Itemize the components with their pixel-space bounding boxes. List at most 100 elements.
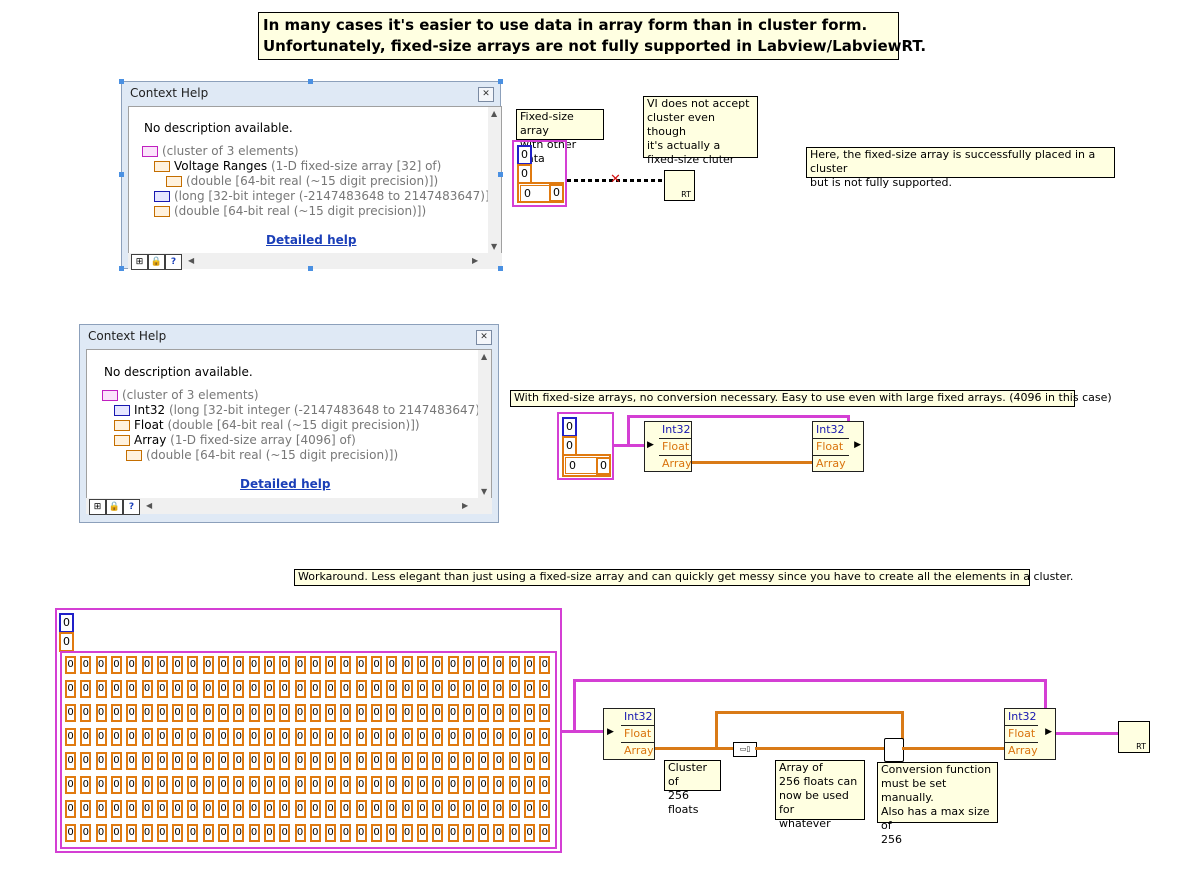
int32-constant[interactable]: 0	[59, 613, 74, 633]
float-element-constant[interactable]: 0	[187, 680, 199, 698]
float-element-constant[interactable]: 0	[493, 800, 505, 818]
float-element-constant[interactable]: 0	[187, 728, 199, 746]
float-element-constant[interactable]: 0	[432, 776, 444, 794]
float-element-constant[interactable]: 0	[172, 656, 184, 674]
float-element-constant[interactable]: 0	[141, 776, 153, 794]
float-element-constant[interactable]: 0	[416, 752, 428, 770]
float-element-constant[interactable]: 0	[524, 728, 535, 746]
float-element-constant[interactable]: 0	[371, 728, 382, 746]
float-element-constant[interactable]: 0	[416, 704, 428, 722]
float-element-constant[interactable]: 0	[447, 752, 459, 770]
float-constant[interactable]: 0	[59, 632, 74, 652]
float-element-constant[interactable]: 0	[371, 752, 382, 770]
float-element-constant[interactable]: 0	[294, 752, 306, 770]
float-element-constant[interactable]: 0	[126, 656, 138, 674]
float-element-constant[interactable]: 0	[539, 752, 551, 770]
float-element-constant[interactable]: 0	[95, 824, 107, 842]
float-constant[interactable]: 0	[517, 164, 532, 184]
float-element-constant[interactable]: 0	[401, 656, 413, 674]
resize-handle[interactable]	[498, 79, 503, 84]
bundle-by-name[interactable]: Int32 Float Array ▶	[812, 421, 864, 472]
unbundle-array[interactable]: Array	[621, 743, 654, 760]
float-element-constant[interactable]: 0	[539, 656, 551, 674]
float-element-constant[interactable]: 0	[202, 752, 214, 770]
float-element-constant[interactable]: 0	[172, 800, 184, 818]
float-element-constant[interactable]: 0	[202, 656, 214, 674]
float-element-constant[interactable]: 0	[141, 752, 153, 770]
float-element-constant[interactable]: 0	[172, 728, 184, 746]
float-element-constant[interactable]: 0	[493, 656, 505, 674]
float-element-constant[interactable]: 0	[524, 800, 535, 818]
float-element-constant[interactable]: 0	[386, 704, 398, 722]
float-element-constant[interactable]: 0	[478, 728, 490, 746]
bundle-int32[interactable]: Int32	[1005, 709, 1038, 726]
float-element-constant[interactable]: 0	[478, 680, 490, 698]
cluster-to-array-node[interactable]: ▭▯	[733, 742, 757, 757]
array-wire[interactable]	[902, 747, 1008, 750]
float-element-constant[interactable]: 0	[95, 680, 107, 698]
float-element-constant[interactable]: 0	[371, 824, 382, 842]
float-element-constant[interactable]: 0	[187, 824, 199, 842]
float-element-constant[interactable]: 0	[340, 728, 352, 746]
float-element-constant[interactable]: 0	[447, 680, 459, 698]
float-element-constant[interactable]: 0	[233, 824, 245, 842]
bundle-float[interactable]: Float	[1005, 726, 1038, 743]
float-element-constant[interactable]: 0	[493, 824, 505, 842]
scroll-up-icon[interactable]: ▲	[491, 109, 497, 118]
float-element-constant[interactable]: 0	[233, 704, 245, 722]
float-element-constant[interactable]: 0	[172, 704, 184, 722]
float-element-constant[interactable]: 0	[340, 776, 352, 794]
int32-constant[interactable]: 0	[517, 145, 532, 165]
float-element-constant[interactable]: 0	[126, 728, 138, 746]
float-element-constant[interactable]: 0	[539, 704, 551, 722]
show-optional-terminals-icon[interactable]: ⊞	[131, 254, 148, 270]
float-element-constant[interactable]: 0	[202, 704, 214, 722]
float-element-constant[interactable]: 0	[126, 680, 138, 698]
float-element-constant[interactable]: 0	[263, 704, 275, 722]
float-element-constant[interactable]: 0	[233, 656, 245, 674]
float-element-constant[interactable]: 0	[401, 800, 413, 818]
cluster-of-floats-wire[interactable]	[715, 711, 904, 714]
scroll-left-icon[interactable]: ◀	[146, 501, 152, 510]
float-element-constant[interactable]: 0	[386, 824, 398, 842]
float-element-constant[interactable]: 0	[110, 776, 122, 794]
float-element-constant[interactable]: 0	[462, 800, 474, 818]
float-element-constant[interactable]: 0	[355, 800, 367, 818]
float-element-constant[interactable]: 0	[508, 728, 520, 746]
float-element-constant[interactable]: 0	[95, 776, 107, 794]
float-element-constant[interactable]: 0	[386, 680, 398, 698]
float-element-constant[interactable]: 0	[539, 824, 551, 842]
float-element-constant[interactable]: 0	[447, 728, 459, 746]
float-element-constant[interactable]: 0	[233, 680, 245, 698]
float-element-constant[interactable]: 0	[218, 752, 229, 770]
float-element-constant[interactable]: 0	[539, 728, 551, 746]
float-element-constant[interactable]: 0	[355, 704, 367, 722]
float-element-constant[interactable]: 0	[340, 752, 352, 770]
float-element-constant[interactable]: 0	[508, 776, 520, 794]
float-element-constant[interactable]: 0	[539, 800, 551, 818]
array-element[interactable]: 0	[596, 457, 611, 475]
float-element-constant[interactable]: 0	[218, 680, 229, 698]
cluster-wire[interactable]	[1056, 732, 1118, 735]
array-index[interactable]: 0	[520, 185, 552, 202]
float-element-constant[interactable]: 0	[416, 800, 428, 818]
float-element-constant[interactable]: 0	[309, 800, 321, 818]
bundle-float[interactable]: Float	[813, 439, 849, 456]
float-element-constant[interactable]: 0	[447, 656, 459, 674]
float-element-constant[interactable]: 0	[447, 824, 459, 842]
float-element-constant[interactable]: 0	[432, 824, 444, 842]
unbundle-int32[interactable]: Int32	[621, 709, 654, 726]
float-element-constant[interactable]: 0	[432, 752, 444, 770]
float-element-constant[interactable]: 0	[371, 800, 382, 818]
float-element-constant[interactable]: 0	[309, 656, 321, 674]
float-element-constant[interactable]: 0	[355, 656, 367, 674]
float-element-constant[interactable]: 0	[218, 776, 229, 794]
detailed-help-link[interactable]: Detailed help	[240, 477, 330, 491]
float-element-constant[interactable]: 0	[126, 752, 138, 770]
float-element-constant[interactable]: 0	[508, 800, 520, 818]
float-element-constant[interactable]: 0	[202, 800, 214, 818]
float-element-constant[interactable]: 0	[309, 824, 321, 842]
cluster-constant[interactable]: 0 0 0 0	[557, 412, 614, 480]
bundle-int32[interactable]: Int32	[813, 422, 849, 439]
unbundle-array[interactable]: Array	[659, 456, 692, 473]
